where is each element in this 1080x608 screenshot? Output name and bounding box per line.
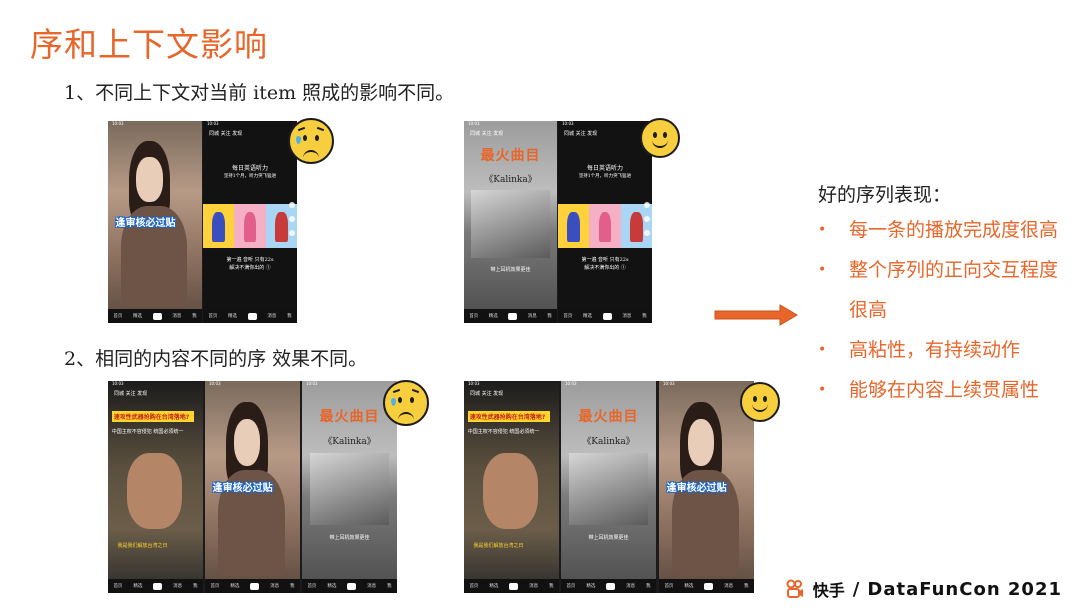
- bottom-nav[interactable]: 首页 精选 消息我: [659, 579, 754, 593]
- bottom-nav[interactable]: 首页 精选 消息我: [203, 309, 297, 323]
- bottom-nav[interactable]: 首页 精选 消息我: [302, 579, 397, 593]
- english-video-screen: 10:03 同城 关注 发现 每日英语听力 坚持1个月，听力突飞猛进 第一遍 音听…: [203, 121, 297, 323]
- summary-bullet: 每一条的播放完成度很高: [818, 210, 1063, 250]
- happy-face-icon: [640, 118, 680, 158]
- kuaishou-logo-icon: [786, 579, 803, 598]
- kalinka-video-screen: 10:03 同城 关注 发现 最火曲目 《Kalinka》 带上耳机效果更佳 首…: [464, 121, 557, 323]
- footer-branding: 快手 / DataFunCon 2021: [785, 576, 1062, 602]
- point-2-text: 2、相同的内容不同的序 效果不同。: [64, 348, 368, 370]
- footer-separator: /: [852, 578, 860, 600]
- brand-name: 快手: [812, 581, 845, 600]
- bottom-nav[interactable]: 首页 精选 消息我: [205, 579, 300, 593]
- right-arrow-icon: [714, 304, 798, 326]
- woman-video-screen: 10:03 逢审核必过贴 首页 精选 消息我: [659, 381, 754, 593]
- sad-face-icon: [288, 118, 334, 164]
- summary-bullet: 高粘性，有持续动作: [818, 330, 1063, 370]
- bottom-nav[interactable]: 首页 精选 消息我: [558, 309, 652, 323]
- action-sidebar[interactable]: [644, 201, 650, 236]
- kalinka-title: 最火曲目: [480, 148, 541, 165]
- status-time: 10:03: [112, 121, 124, 126]
- example-1-screenshot: 10:03 逢审核必过贴 首页 精选 消息我 10:03 同城 关注 发现 每日英语…: [108, 121, 297, 323]
- example-4-screenshot: 10:03 同城 关注 发现 速攻性武器抢购在台湾落地? 中国主权不容侵犯 统国…: [464, 381, 754, 593]
- kalinka-video-screen: 10:03 最火曲目 《Kalinka》 带上耳机效果更佳 首页 精选 消息我: [561, 381, 656, 593]
- top-nav[interactable]: 同城 关注 发现: [203, 130, 297, 139]
- bottom-nav[interactable]: 首页 精选 消息我: [108, 309, 202, 323]
- point-1-text: 1、不同上下文对当前 item 照成的影响不同。: [64, 82, 455, 104]
- woman-video-screen: 10:03 逢审核必过贴 首页 精选 消息我: [108, 121, 202, 323]
- kalinka-subtitle: 《Kalinka》: [484, 174, 537, 185]
- event-name: DataFunCon 2021: [867, 578, 1062, 600]
- slide-title: 序和上下文影响: [30, 25, 268, 64]
- kalinka-video-screen: 10:03 最火曲目 《Kalinka》 带上耳机效果更佳 首页 精选 消息我: [302, 381, 397, 593]
- news-video-screen: 10:03 同城 关注 发现 速攻性武器抢购在台湾落地? 中国主权不容侵犯 统国…: [108, 381, 203, 593]
- summary-bullet: 能够在内容上续贯属性: [818, 370, 1063, 410]
- bottom-nav[interactable]: 首页 精选 消息我: [561, 579, 656, 593]
- news-banner: 速攻性武器抢购在台湾落地?: [111, 410, 194, 422]
- news-video-screen: 10:03 同城 关注 发现 速攻性武器抢购在台湾落地? 中国主权不容侵犯 统国…: [464, 381, 559, 593]
- summary-title: 好的序列表现：: [818, 184, 952, 206]
- bottom-nav[interactable]: 首页 精选 消息我: [108, 579, 203, 593]
- woman-video-screen: 10:03 逢审核必过贴 首页 精选 消息我: [205, 381, 300, 593]
- summary-bullet-list: 每一条的播放完成度很高 整个序列的正向交互程度很高 高粘性，有持续动作 能够在内…: [818, 210, 1063, 410]
- bottom-nav[interactable]: 首页 精选 消息我: [464, 579, 559, 593]
- summary-bullet: 整个序列的正向交互程度很高: [818, 250, 1063, 330]
- english-video-screen: 10:03 同城 关注 发现 每日英语听力 坚持1个月，听力突飞猛进 第一遍 音听…: [558, 121, 652, 323]
- woman-stamp-text: 逢审核必过贴: [115, 217, 176, 229]
- example-3-screenshot: 10:03 同城 关注 发现 速攻性武器抢购在台湾落地? 中国主权不容侵犯 统国…: [108, 381, 397, 593]
- example-2-screenshot: 10:03 同城 关注 发现 最火曲目 《Kalinka》 带上耳机效果更佳 首…: [464, 121, 652, 323]
- action-sidebar[interactable]: [289, 201, 295, 236]
- bottom-nav[interactable]: 首页 精选 消息我: [464, 309, 557, 323]
- sad-face-icon: [383, 380, 429, 426]
- happy-face-icon: [740, 382, 780, 422]
